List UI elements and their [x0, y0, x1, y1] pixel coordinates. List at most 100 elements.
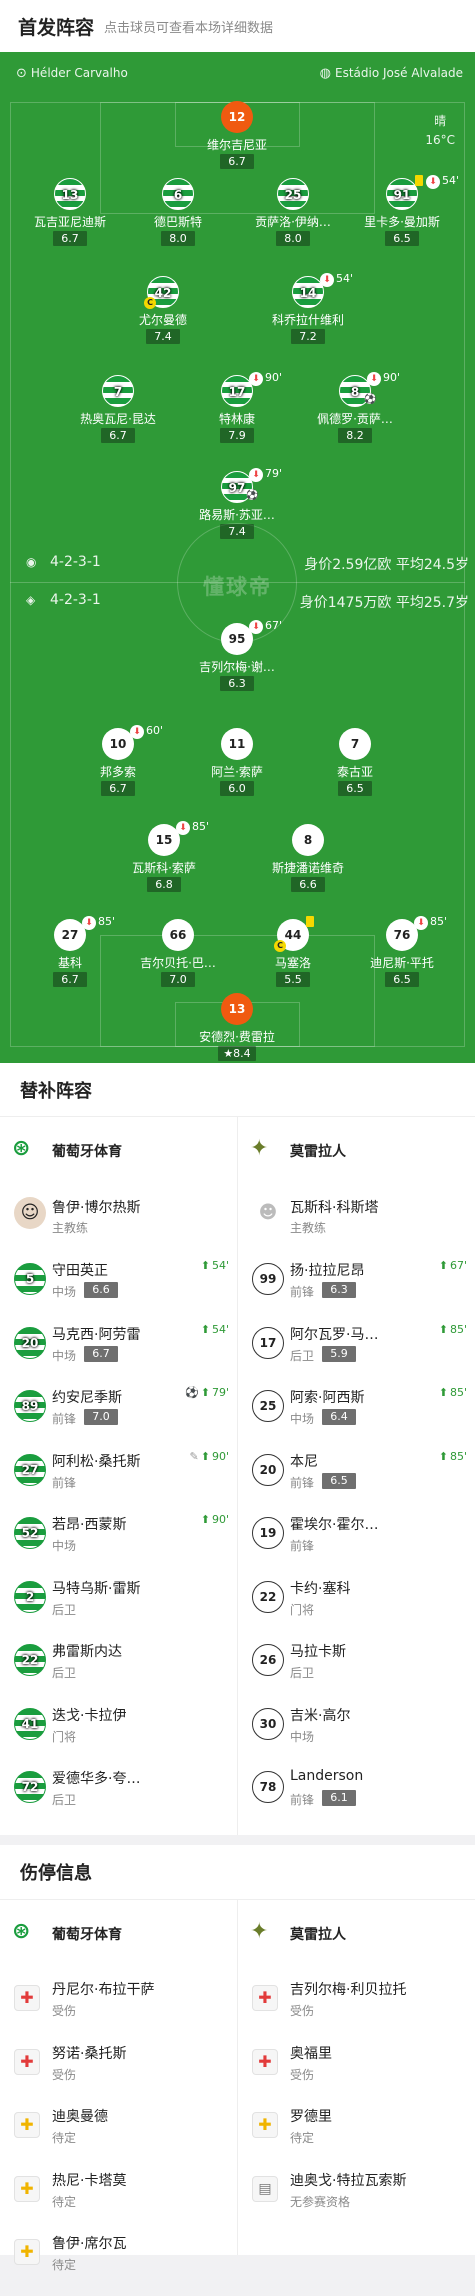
sub-player-row[interactable]: 5 守田英正 中场 6.6 ⬆ 54' — [0, 1247, 237, 1310]
player-name: 热奥瓦尼·昆达 — [80, 412, 156, 426]
subs-section: 替补阵容 ⊛ 葡萄牙体育 ✦ 莫雷拉人 ☺ 鲁伊·博尔热斯 主教练 ☻ 瓦斯科·… — [0, 1063, 475, 1835]
sub-player-rating: 7.0 — [84, 1409, 118, 1425]
sub-out-minute: 60' — [146, 724, 164, 737]
sub-player-row[interactable]: 2 马特乌斯·雷斯 后卫 — [0, 1565, 237, 1628]
away-value-age: 身价1475万欧 平均25.7岁 — [300, 592, 469, 612]
goal-ball-icon: ⚽ — [364, 394, 377, 405]
player-number: 91 — [386, 178, 418, 210]
sub-player-number: 2 — [14, 1580, 46, 1613]
sub-player-row[interactable]: 52 若昂·西蒙斯 中场 ⬆ 90' — [0, 1501, 237, 1564]
sub-player-position: 后卫 — [52, 1666, 77, 1680]
sub-player-number: 72 — [14, 1771, 46, 1803]
injury-row[interactable]: ✚ 迪奥曼德 待定 — [0, 2093, 237, 2156]
sub-player-position: 中场 — [52, 1539, 77, 1553]
player-name: 佩德罗·贡萨… — [317, 412, 393, 426]
sub-player-row[interactable]: 99 扬·拉拉尼昂 前锋 6.3 ⬆ 67' — [238, 1247, 475, 1310]
subs-away-team[interactable]: ✦ 莫雷拉人 — [238, 1117, 475, 1183]
player-rating: 7.2 — [291, 329, 325, 344]
sub-player-row[interactable]: 20 马克西·阿劳雷 中场 6.7 ⬆ 54' — [0, 1311, 237, 1374]
injury-row[interactable]: ✚ 丹尼尔·布拉干萨 受伤 — [0, 1966, 237, 2029]
sub-player-position: 门将 — [290, 1602, 315, 1617]
player-rating: 8.0 — [161, 231, 195, 246]
sub-player-name: 迭戈·卡拉伊 — [52, 1707, 127, 1724]
sporting-logo-icon: ⊛ — [12, 1919, 31, 1944]
injury-red-cross-icon: ✚ — [14, 1985, 40, 2011]
injury-row[interactable]: ▤ 迪奥戈·特拉瓦索斯 无参赛资格 — [238, 2157, 475, 2220]
sub-player-name: 霍埃尔·霍尔… — [290, 1517, 379, 1533]
sub-player-number: 52 — [14, 1517, 46, 1549]
sub-player-position: 前锋 — [290, 1475, 315, 1490]
player-name: 科乔拉什维利 — [271, 313, 344, 327]
sub-player-row[interactable]: 26 马拉卡斯 后卫 — [238, 1628, 475, 1691]
sub-event: ⬆ 54' — [201, 1323, 229, 1336]
sub-player-row[interactable]: 30 吉米·高尔 中场 — [238, 1692, 475, 1755]
injury-red-cross-icon: ✚ — [252, 2048, 278, 2075]
home-coach[interactable]: ☺ 鲁伊·博尔热斯 主教练 — [0, 1183, 237, 1247]
doubtful-yellow-cross-icon: ✚ — [14, 2239, 40, 2265]
injury-player-name: 吉列尔梅·利贝拉托 — [290, 1982, 407, 1998]
player-name: 瓦吉亚尼迪斯 — [33, 215, 106, 229]
sub-in-icon: ⬆ — [200, 1449, 210, 1463]
injuries-section: 伤停信息 ⊛ 葡萄牙体育 ✦ 莫雷拉人 ✚ 丹尼尔·布拉干萨 受伤 ✚ 努诺·桑托斯 受伤… — [0, 1845, 475, 2272]
lineup-title: 首发阵容 — [18, 17, 95, 39]
subs-home-team[interactable]: ⊛ 葡萄牙体育 — [0, 1117, 237, 1183]
away-coach-role: 主教练 — [290, 1221, 327, 1235]
injury-player-name: 罗德里 — [290, 2109, 332, 2125]
player-name: 邦多索 — [99, 765, 136, 779]
injuries-home-team-name: 葡萄牙体育 — [52, 1927, 122, 1943]
sub-player-row[interactable]: 17 阿尔瓦罗·马… 后卫 5.9 ⬆ 85' — [238, 1311, 475, 1374]
sub-out-icon: ⬇ — [249, 468, 263, 482]
sub-out-icon: ⬇ — [176, 821, 190, 835]
injury-row[interactable]: ✚ 鲁伊·席尔瓦 待定 — [0, 2220, 237, 2283]
player-rating: 6.0 — [220, 781, 254, 796]
away-age: 平均25.7岁 — [395, 595, 469, 611]
sub-event: ⬆ 54' — [201, 1259, 229, 1272]
injury-row[interactable]: ✚ 罗德里 待定 — [238, 2093, 475, 2156]
home-team-info: ◉ 4-2-3-1 身价2.59亿欧 平均24.5岁 — [0, 554, 475, 574]
sub-out-icon: ⬇ — [82, 916, 96, 930]
sub-event: ⚽ ⬆ 79' — [185, 1386, 229, 1399]
sub-player-row[interactable]: 41 迭戈·卡拉伊 门将 — [0, 1692, 237, 1755]
sub-player-row[interactable]: 27 阿利松·桑托斯 前锋 ✎ ⬆ 90' — [0, 1438, 237, 1501]
sub-out-minute: 54' — [442, 174, 460, 187]
yellow-card-icon — [415, 175, 423, 186]
player-rating: 6.5 — [338, 781, 372, 796]
sub-player-row[interactable]: 78 Landerson 前锋 6.1 — [238, 1755, 475, 1818]
sub-player-row[interactable]: 25 阿索·阿西斯 中场 6.4 ⬆ 85' — [238, 1374, 475, 1437]
sub-player-name: 守田英正 — [52, 1263, 108, 1279]
sub-in-minute: 85' — [449, 1386, 467, 1399]
injury-row[interactable]: ✚ 努诺·桑托斯 受伤 — [0, 2030, 237, 2093]
injury-row[interactable]: ✚ 吉列尔梅·利贝拉托 受伤 — [238, 1966, 475, 2029]
injury-status: 待定 — [52, 2194, 77, 2209]
sub-player-number: 20 — [252, 1453, 284, 1486]
sub-player-name: 扬·拉拉尼昂 — [290, 1263, 365, 1279]
sub-in-icon: ⬆ — [438, 1386, 448, 1399]
sub-in-icon: ⬆ — [438, 1449, 448, 1463]
player-number: 8 — [292, 824, 324, 856]
sub-player-row[interactable]: 22 卡约·塞科 门将 — [238, 1565, 475, 1628]
sub-in-icon: ⬆ — [200, 1322, 210, 1336]
stadium-icon: ◍ — [319, 66, 331, 81]
sub-player-row[interactable]: 22 弗雷斯内达 后卫 — [0, 1628, 237, 1691]
sub-player-row[interactable]: 20 本尼 前锋 6.5 ⬆ 85' — [238, 1438, 475, 1501]
sub-player-row[interactable]: 72 爱德华多·夸… 后卫 — [0, 1755, 237, 1818]
injuries-home-team[interactable]: ⊛ 葡萄牙体育 — [0, 1900, 237, 1966]
player-rating: 6.7 — [101, 781, 135, 796]
away-coach[interactable]: ☻ 瓦斯科·科斯塔 主教练 — [238, 1183, 475, 1247]
player-name: 斯捷潘诺维奇 — [271, 861, 344, 875]
sub-player-number: 27 — [14, 1453, 46, 1486]
injury-row[interactable]: ✚ 热尼·卡塔莫 待定 — [0, 2157, 237, 2220]
injury-row[interactable]: ✚ 奥福里 受伤 — [238, 2030, 475, 2093]
sub-player-name: 卡约·塞科 — [290, 1580, 351, 1597]
sub-player-position: 前锋 — [52, 1412, 77, 1426]
injuries-away-team[interactable]: ✦ 莫雷拉人 — [238, 1900, 475, 1966]
sub-player-row[interactable]: 89 约安尼季斯 前锋 7.0 ⚽ ⬆ 79' — [0, 1374, 237, 1437]
sub-in-minute: 54' — [211, 1259, 229, 1272]
injury-status: 待定 — [290, 2131, 315, 2145]
sub-out-minute: 54' — [336, 272, 354, 285]
sub-out-minute: 85' — [98, 915, 116, 928]
sub-player-name: 吉米·高尔 — [290, 1707, 351, 1724]
injury-status: 受伤 — [52, 2067, 77, 2082]
sub-player-row[interactable]: 19 霍埃尔·霍尔… 前锋 — [238, 1501, 475, 1564]
sub-out-icon: ⬇ — [249, 620, 263, 634]
